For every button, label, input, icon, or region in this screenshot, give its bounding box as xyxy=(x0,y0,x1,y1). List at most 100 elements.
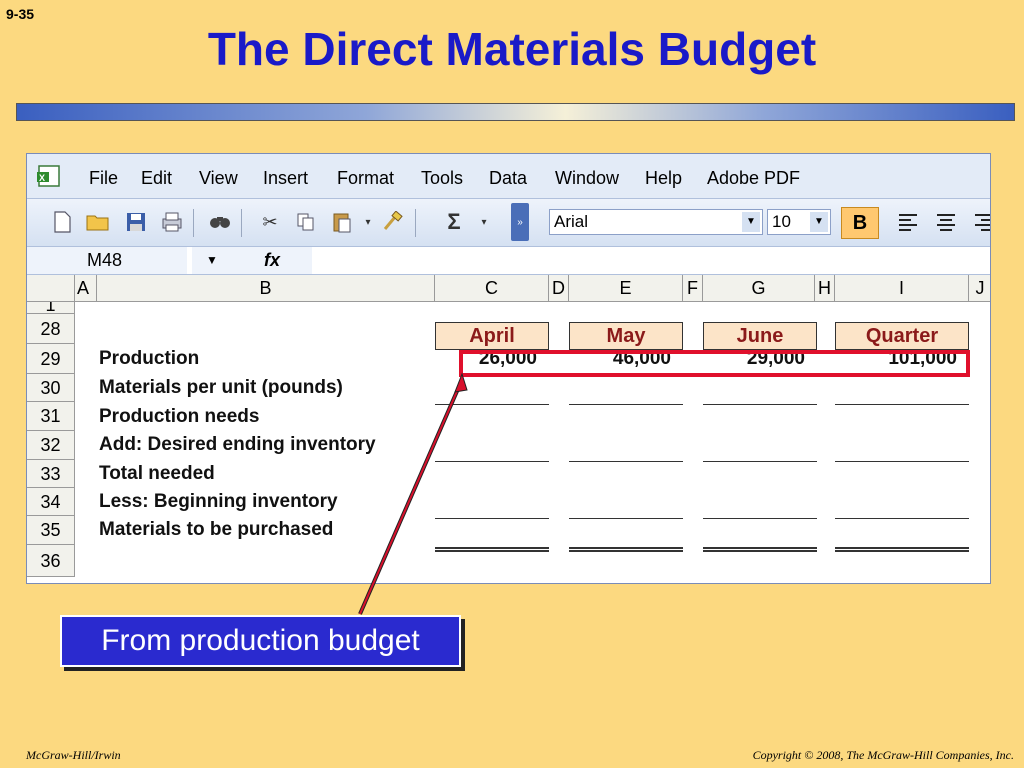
underline xyxy=(435,404,549,405)
row-header[interactable]: 31 xyxy=(27,402,75,431)
production-highlight-box xyxy=(459,350,970,377)
header-quarter: Quarter xyxy=(835,322,969,350)
chevron-down-icon[interactable]: ▼ xyxy=(742,212,760,232)
menu-tools[interactable]: Tools xyxy=(421,168,463,189)
open-folder-icon[interactable] xyxy=(85,209,111,235)
label-materials-per-unit: Materials per unit (pounds) xyxy=(99,377,343,398)
row-header[interactable]: 34 xyxy=(27,488,75,516)
excel-window: X File Edit View Insert Format Tools Dat… xyxy=(26,153,991,584)
chevron-down-icon[interactable]: ▼ xyxy=(810,212,828,232)
column-header-a[interactable]: A xyxy=(75,275,97,302)
menu-data[interactable]: Data xyxy=(489,168,527,189)
slide-title: The Direct Materials Budget xyxy=(207,23,817,75)
header-april: April xyxy=(435,322,549,350)
spreadsheet-grid: A B C D E F G H I J 1 28 29 30 31 32 33 … xyxy=(27,275,990,583)
autosum-dropdown-icon[interactable]: ▾ xyxy=(471,209,497,235)
font-name-value: Arial xyxy=(554,212,589,231)
name-box[interactable]: M48 xyxy=(27,247,187,274)
underline xyxy=(835,404,969,405)
underline xyxy=(835,518,969,519)
slide-number: 9-35 xyxy=(6,6,35,22)
toolbar-separator xyxy=(415,209,416,237)
footer-copyright: Copyright © 2008, The McGraw-Hill Compan… xyxy=(752,748,1014,762)
double-underline xyxy=(435,547,549,552)
title-divider-bar xyxy=(16,103,1015,121)
copy-icon[interactable] xyxy=(293,209,319,235)
column-header-g[interactable]: G xyxy=(703,275,815,302)
chevron-down-icon[interactable]: ▼ xyxy=(192,247,232,274)
font-size-select[interactable]: 10 ▼ xyxy=(767,209,831,235)
cut-icon[interactable]: ✂ xyxy=(257,209,283,235)
label-total-needed: Total needed xyxy=(99,463,215,484)
underline xyxy=(703,518,817,519)
column-header-i[interactable]: I xyxy=(835,275,969,302)
formula-bar: M48 ▼ fx xyxy=(27,247,990,275)
svg-text:X: X xyxy=(39,173,45,183)
underline xyxy=(703,461,817,462)
label-desired-ending-inventory: Add: Desired ending inventory xyxy=(99,434,376,455)
row-header[interactable]: 33 xyxy=(27,460,75,488)
font-size-value: 10 xyxy=(772,212,791,231)
save-icon[interactable] xyxy=(123,209,149,235)
menu-view[interactable]: View xyxy=(199,168,238,189)
menu-edit[interactable]: Edit xyxy=(141,168,172,189)
underline xyxy=(435,461,549,462)
align-right-icon[interactable] xyxy=(971,209,990,235)
new-document-icon[interactable] xyxy=(49,209,75,235)
menu-bar: X File Edit View Insert Format Tools Dat… xyxy=(27,154,990,199)
font-name-select[interactable]: Arial ▼ xyxy=(549,209,763,235)
align-center-icon[interactable] xyxy=(933,209,959,235)
select-all-corner[interactable] xyxy=(27,275,75,302)
column-header-c[interactable]: C xyxy=(435,275,549,302)
column-header-h[interactable]: H xyxy=(815,275,835,302)
underline xyxy=(569,518,683,519)
insert-function-icon[interactable]: fx xyxy=(232,247,312,274)
bold-button[interactable]: B xyxy=(841,207,879,239)
callout-from-production-budget: From production budget xyxy=(60,615,461,667)
double-underline xyxy=(703,547,817,552)
align-left-icon[interactable] xyxy=(895,209,921,235)
excel-app-icon[interactable]: X xyxy=(35,164,63,188)
row-header[interactable]: 1 xyxy=(27,302,75,314)
footer-publisher: McGraw-Hill/Irwin xyxy=(26,748,121,762)
underline xyxy=(835,461,969,462)
underline xyxy=(569,404,683,405)
standard-toolbar: ✂ ▾ Σ ▾ » Arial ▼ 10 ▼ B xyxy=(27,199,990,247)
row-header[interactable]: 35 xyxy=(27,516,75,545)
menu-adobe-pdf[interactable]: Adobe PDF xyxy=(707,168,800,189)
paste-icon[interactable] xyxy=(329,209,355,235)
format-painter-icon[interactable] xyxy=(379,209,405,235)
toolbar-separator xyxy=(241,209,242,237)
menu-file[interactable]: File xyxy=(89,168,118,189)
label-materials-to-purchase: Materials to be purchased xyxy=(99,519,334,540)
paste-dropdown-icon[interactable]: ▾ xyxy=(355,209,381,235)
underline xyxy=(703,404,817,405)
row-header[interactable]: 29 xyxy=(27,344,75,374)
label-beginning-inventory: Less: Beginning inventory xyxy=(99,491,338,512)
row-header[interactable]: 28 xyxy=(27,314,75,344)
label-production-needs: Production needs xyxy=(99,406,260,427)
underline xyxy=(435,518,549,519)
menu-insert[interactable]: Insert xyxy=(263,168,308,189)
row-header[interactable]: 30 xyxy=(27,374,75,402)
column-header-j[interactable]: J xyxy=(969,275,990,302)
toolbar-options-icon[interactable]: » xyxy=(511,203,529,241)
menu-format[interactable]: Format xyxy=(337,168,394,189)
research-icon[interactable] xyxy=(207,209,233,235)
column-header-b[interactable]: B xyxy=(97,275,435,302)
underline xyxy=(569,461,683,462)
autosum-icon[interactable]: Σ xyxy=(441,209,467,235)
menu-window[interactable]: Window xyxy=(555,168,619,189)
column-header-e[interactable]: E xyxy=(569,275,683,302)
column-header-d[interactable]: D xyxy=(549,275,569,302)
column-header-f[interactable]: F xyxy=(683,275,703,302)
label-production: Production xyxy=(99,348,200,369)
menu-help[interactable]: Help xyxy=(645,168,682,189)
row-header[interactable]: 32 xyxy=(27,431,75,460)
header-june: June xyxy=(703,322,817,350)
row-header[interactable]: 36 xyxy=(27,545,75,577)
double-underline xyxy=(569,547,683,552)
header-may: May xyxy=(569,322,683,350)
print-icon[interactable] xyxy=(159,209,185,235)
double-underline xyxy=(835,547,969,552)
